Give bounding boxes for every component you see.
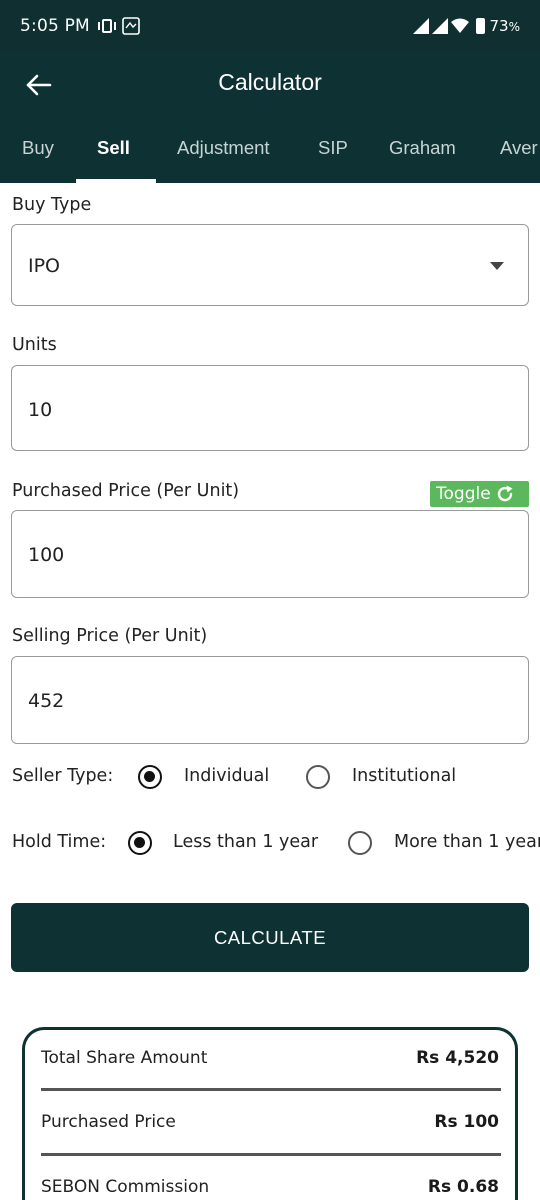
units-label: Units	[12, 335, 57, 355]
toggle-label: Toggle	[436, 484, 491, 504]
radio-more-than-1-year-label: More than 1 year	[394, 832, 540, 852]
radio-less-than-1-year-label: Less than 1 year	[173, 832, 319, 852]
results-card: Total Share Amount Rs 4,520 Purchased Pr…	[22, 1027, 518, 1200]
active-tab-indicator	[76, 179, 156, 183]
vibrate-icon	[97, 19, 116, 33]
wifi-icon	[450, 18, 469, 33]
status-right-icons: 73%	[412, 17, 521, 35]
result-label: Purchased Price	[41, 1112, 176, 1132]
result-value: Rs 100	[434, 1112, 499, 1132]
buy-type-label: Buy Type	[12, 195, 92, 215]
radio-more-than-1-year[interactable]	[348, 831, 372, 855]
result-label: Total Share Amount	[41, 1048, 208, 1068]
radio-individual[interactable]	[138, 765, 162, 789]
units-value: 10	[28, 399, 53, 421]
purchased-price-label: Purchased Price (Per Unit)	[12, 481, 240, 501]
units-input[interactable]: 10	[11, 365, 529, 451]
tab-sell[interactable]: Sell	[97, 137, 130, 159]
app-notification-icon	[122, 17, 140, 35]
result-divider	[41, 1088, 501, 1091]
refresh-icon	[497, 485, 513, 502]
result-label: SEBON Commission	[41, 1177, 210, 1197]
seller-type-label: Seller Type:	[12, 766, 114, 786]
tab-sip[interactable]: SIP	[318, 137, 348, 159]
hold-time-label: Hold Time:	[12, 832, 107, 852]
tab-average[interactable]: Aver	[500, 137, 538, 159]
selling-price-value: 452	[28, 690, 65, 712]
status-time: 5:05 PM	[20, 16, 90, 36]
toggle-button[interactable]: Toggle	[430, 481, 529, 507]
signal-icon-2	[431, 18, 448, 34]
radio-less-than-1-year[interactable]	[128, 831, 152, 855]
page-title: Calculator	[218, 69, 322, 95]
selling-price-input[interactable]: 452	[11, 656, 529, 744]
tab-graham[interactable]: Graham	[389, 137, 456, 159]
dropdown-arrow-icon	[490, 262, 504, 270]
tab-bar: Buy Sell Adjustment SIP Graham Aver	[0, 118, 540, 183]
radio-individual-label: Individual	[184, 766, 270, 786]
result-value: Rs 0.68	[427, 1177, 499, 1197]
status-bar: 5:05 PM 73%	[0, 0, 540, 52]
tab-adjustment[interactable]: Adjustment	[177, 137, 270, 159]
battery-icon	[475, 18, 485, 34]
buy-type-value: IPO	[28, 255, 61, 277]
purchased-price-input[interactable]: 100	[11, 510, 529, 598]
app-bar: Calculator	[0, 52, 540, 118]
radio-institutional-label: Institutional	[352, 766, 457, 786]
radio-institutional[interactable]	[306, 765, 330, 789]
calculate-button[interactable]: CALCULATE	[11, 903, 529, 972]
status-notification-icons	[96, 17, 140, 35]
selling-price-label: Selling Price (Per Unit)	[12, 626, 208, 646]
tab-buy[interactable]: Buy	[22, 137, 54, 159]
buy-type-select[interactable]: IPO	[11, 224, 529, 306]
result-divider	[41, 1153, 501, 1156]
purchased-price-value: 100	[28, 544, 65, 566]
result-value: Rs 4,520	[416, 1048, 499, 1068]
signal-icon	[412, 18, 429, 34]
battery-percent: 73%	[489, 17, 521, 35]
